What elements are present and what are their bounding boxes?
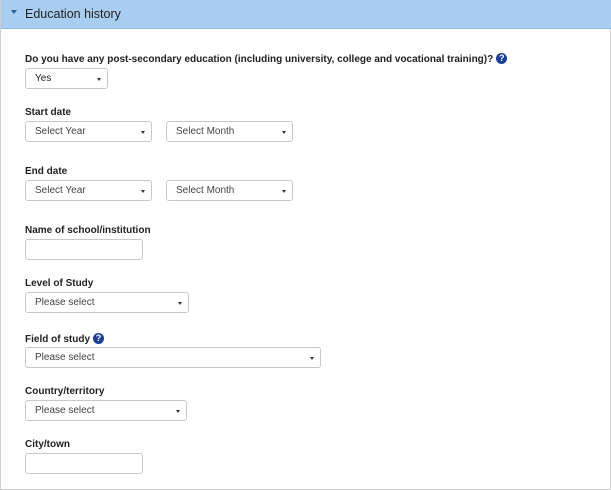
- level-of-study-select[interactable]: Please select: [25, 292, 189, 313]
- city-input[interactable]: [25, 453, 143, 474]
- dropdown-arrow-icon: [282, 131, 286, 134]
- education-history-panel: Education history Do you have any post-s…: [0, 0, 611, 490]
- start-year-value: Select Year: [35, 126, 86, 137]
- dropdown-arrow-icon: [178, 302, 182, 305]
- dropdown-arrow-icon: [310, 357, 314, 360]
- field-of-study-label-text: Field of study: [25, 334, 90, 345]
- end-date-label: End date: [25, 166, 68, 177]
- level-of-study-value: Please select: [35, 297, 95, 308]
- country-label: Country/territory: [25, 386, 105, 397]
- field-of-study-label: Field of study?: [25, 333, 104, 345]
- post-secondary-value: Yes: [35, 73, 52, 84]
- panel-header[interactable]: Education history: [1, 0, 611, 29]
- post-secondary-label-text: Do you have any post-secondary education…: [25, 54, 494, 65]
- dropdown-arrow-icon: [282, 190, 286, 193]
- dropdown-arrow-icon: [141, 190, 145, 193]
- end-year-select[interactable]: Select Year: [25, 180, 152, 201]
- field-of-study-select[interactable]: Please select: [25, 347, 321, 368]
- start-date-label: Start date: [25, 107, 72, 118]
- start-year-select[interactable]: Select Year: [25, 121, 152, 142]
- post-secondary-select[interactable]: Yes: [25, 68, 108, 89]
- country-select[interactable]: Please select: [25, 400, 187, 421]
- panel-title: Education history: [25, 7, 121, 21]
- country-value: Please select: [35, 405, 95, 416]
- help-icon[interactable]: ?: [93, 333, 104, 344]
- start-month-select[interactable]: Select Month: [166, 121, 293, 142]
- school-input[interactable]: [25, 239, 143, 260]
- start-month-value: Select Month: [176, 126, 235, 137]
- post-secondary-label: Do you have any post-secondary education…: [25, 53, 508, 65]
- dropdown-arrow-icon: [141, 131, 145, 134]
- end-year-value: Select Year: [35, 185, 86, 196]
- city-label: City/town: [25, 439, 70, 450]
- level-of-study-label: Level of Study: [25, 278, 94, 289]
- end-month-value: Select Month: [176, 185, 235, 196]
- dropdown-arrow-icon: [176, 410, 180, 413]
- chevron-down-icon[interactable]: [11, 10, 17, 14]
- help-icon[interactable]: ?: [496, 53, 508, 64]
- field-of-study-value: Please select: [35, 352, 95, 363]
- end-month-select[interactable]: Select Month: [166, 180, 293, 201]
- school-label: Name of school/institution: [25, 225, 151, 236]
- dropdown-arrow-icon: [97, 78, 101, 81]
